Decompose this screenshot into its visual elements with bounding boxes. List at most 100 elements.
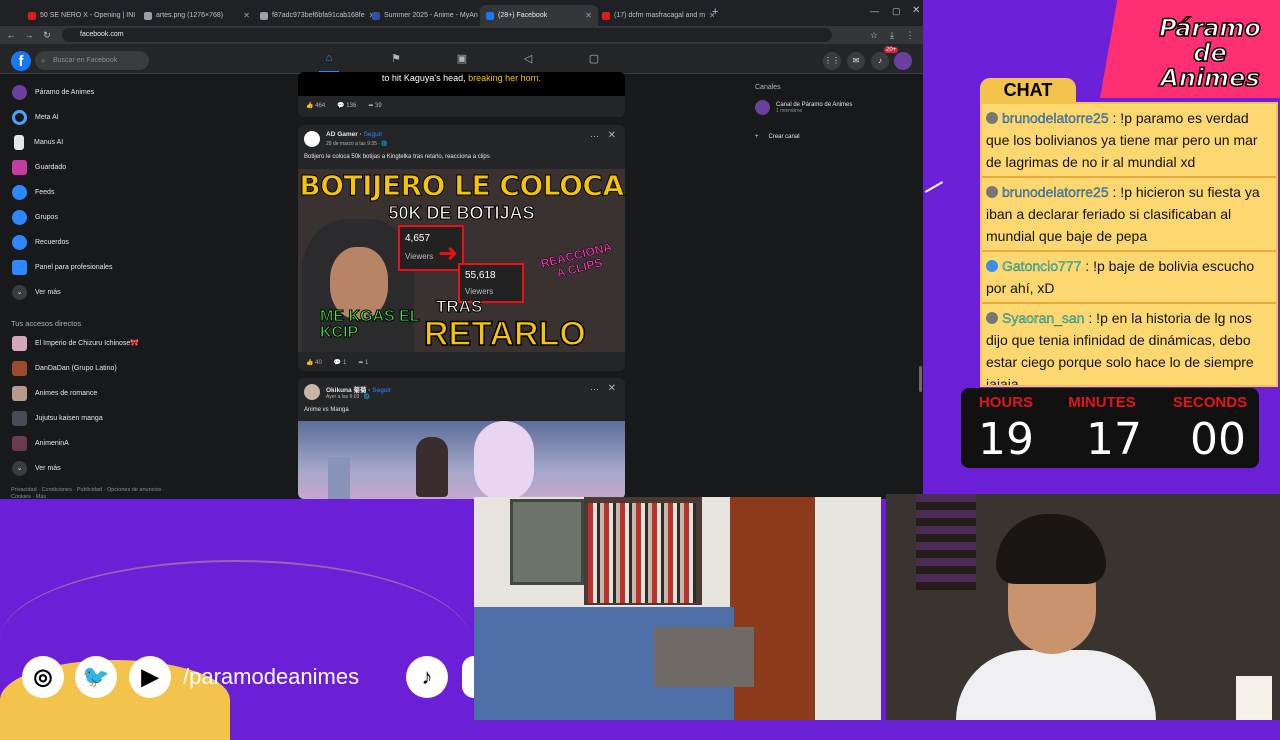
sidebar-item-meta-ai[interactable]: Meta AI: [12, 109, 59, 125]
shortcut-item[interactable]: Animes de romance: [12, 385, 97, 401]
marketplace-icon[interactable]: ▣: [452, 52, 472, 66]
create-channel-button[interactable]: + Crear canal: [755, 134, 800, 140]
group-avatar: [12, 410, 27, 426]
close-tab-icon[interactable]: ✕: [585, 11, 592, 20]
close-icon[interactable]: ✕: [608, 383, 616, 394]
right-sidebar: Canales Canal de Páramo de Animes 1 miemb…: [755, 84, 915, 140]
facebook-logo-icon[interactable]: f: [11, 51, 31, 71]
shortcut-item[interactable]: Jujutsu kaisen manga: [12, 410, 103, 426]
dashboard-chart-icon: [12, 259, 27, 275]
post-text: Botijero le coloca 50k botijas a Kingtel…: [304, 154, 490, 160]
chat-username: brunodelatorre25: [1002, 184, 1109, 200]
back-icon[interactable]: ←: [4, 30, 18, 40]
browser-tab[interactable]: Summer 2025 - Anime - MyAn✕: [366, 5, 484, 26]
like-button[interactable]: 👍 40: [306, 359, 322, 366]
tab-favicon: [28, 11, 36, 20]
sidebar-item-feeds[interactable]: Feeds: [12, 184, 54, 200]
footer-links[interactable]: Privacidad · Condiciones · Publicidad · …: [11, 487, 171, 499]
gaming-icon[interactable]: ▢: [584, 52, 604, 66]
ads-megaphone-icon[interactable]: ◁: [518, 52, 538, 66]
maximize-button[interactable]: ▢: [892, 6, 901, 17]
close-window-button[interactable]: ✕: [912, 5, 920, 16]
chat-username: Gatoncio777: [1002, 258, 1082, 274]
youtube-icon: ▶: [129, 656, 171, 698]
sidebar-item-saved[interactable]: Guardado: [12, 159, 66, 175]
chat-message: Syaoran_san : !p en la historia de lg no…: [982, 304, 1276, 385]
forward-icon[interactable]: →: [22, 30, 36, 40]
groups-icon: [12, 209, 27, 225]
sidebar-item-memories[interactable]: Recuerdos: [12, 234, 69, 250]
shortcut-item[interactable]: DanDaDan (Grupo Latino): [12, 360, 117, 376]
reload-icon[interactable]: ↻: [40, 30, 54, 41]
post-video[interactable]: to hit Kaguya's head, breaking her horn.: [298, 72, 625, 96]
chevron-down-icon: ⌄: [12, 284, 27, 300]
left-sidebar: Páramo de Animes Meta AI Manus AI Guarda…: [0, 76, 200, 499]
share-button[interactable]: ➦ 39: [368, 102, 381, 109]
post-header: Okikuna 菊菊 · Seguir Ayer a las 9:03 · 🌐 …: [298, 378, 625, 422]
profile-avatar[interactable]: [894, 52, 912, 70]
notification-badge: 20+: [884, 47, 899, 53]
menu-icon[interactable]: ⋮: [903, 30, 917, 41]
download-icon[interactable]: ⤓: [885, 30, 899, 41]
apps-menu-icon[interactable]: ⋮⋮: [823, 52, 841, 70]
books-shape: [588, 503, 696, 603]
close-icon[interactable]: ✕: [608, 130, 616, 141]
shortcut-item[interactable]: AnimeninA: [12, 435, 69, 451]
post-thumbnail[interactable]: BOTIJERO LE COLOCA 50K DE BOTIJAS 4,657 V…: [298, 169, 625, 352]
instagram-icon: ◎: [22, 656, 64, 698]
scrollbar[interactable]: [919, 366, 922, 392]
post-author[interactable]: Okikuna 菊菊 · Seguir: [326, 384, 391, 394]
sidebar-item-see-more[interactable]: ⌄ Ver más: [12, 284, 61, 300]
chevron-down-icon: ⌄: [12, 460, 27, 476]
bookmark-star-icon[interactable]: ☆: [867, 30, 881, 41]
tab-favicon: [144, 11, 152, 20]
post-date[interactable]: Ayer a las 9:03 · 🌐: [326, 394, 370, 400]
like-button[interactable]: 👍 464: [306, 102, 325, 109]
building-shape: [328, 457, 350, 499]
new-tab-button[interactable]: +: [712, 6, 718, 18]
arrow-icon: ➜: [438, 240, 459, 267]
thumb-reacciona-label: REACCIONA A CLIPS: [539, 239, 614, 281]
share-button[interactable]: ➦ 1: [358, 359, 368, 366]
follow-link[interactable]: Seguir: [364, 131, 383, 138]
sidebar-item-profile[interactable]: Páramo de Animes: [12, 84, 94, 100]
author-avatar[interactable]: [304, 384, 320, 400]
url-field[interactable]: facebook.com: [62, 28, 832, 42]
post-text: Anime vs Manga: [304, 407, 349, 413]
thumb-title: BOTIJERO LE COLOCA: [299, 169, 625, 203]
close-tab-icon[interactable]: ✕: [243, 11, 250, 20]
more-options-icon[interactable]: ⋯: [590, 384, 599, 395]
shortcut-item[interactable]: El Imperio de Chizuru Ichinose🎀: [12, 335, 139, 351]
home-icon[interactable]: ⌂: [319, 52, 339, 73]
browser-tab[interactable]: artes.png (1276×768) ✕: [138, 5, 256, 26]
messenger-icon[interactable]: ✉: [847, 52, 865, 70]
sidebar-item-professional-dashboard[interactable]: Panel para profesionales: [12, 259, 112, 275]
channel-avatar: [755, 100, 770, 115]
shortcuts-see-more[interactable]: ⌄ Ver más: [12, 460, 61, 476]
browser-tab-active[interactable]: (28+) Facebook ✕: [480, 5, 598, 26]
browser-tab[interactable]: (17) dcfm masfracagal and m ✕: [596, 5, 714, 26]
post-date[interactable]: 29 de marzo a las 9:35 · 🌐: [326, 141, 388, 147]
pages-flag-icon[interactable]: ⚑: [386, 52, 406, 66]
search-input[interactable]: ⌕ Buscar en Facebook: [35, 51, 149, 70]
browser-tab[interactable]: f87adc973bef6bfa91cab168fe ✕: [254, 5, 372, 26]
post-reactions: 👍 40 💬 1 ➦ 1: [298, 353, 376, 371]
follow-link[interactable]: Seguir: [372, 387, 391, 394]
cup-shape: [1236, 676, 1272, 720]
notifications-bell-icon[interactable]: ♪: [871, 52, 889, 70]
comment-button[interactable]: 💬 1: [334, 359, 346, 366]
post-author[interactable]: AD Gamer · Seguir: [326, 131, 382, 138]
facebook-header: f ⌕ Buscar en Facebook ⌂ ⚑ ▣ ◁ ▢ ⋮⋮ ✉ ♪ 2…: [0, 44, 923, 74]
hours-label: HOURS: [978, 394, 1034, 411]
author-avatar[interactable]: [304, 131, 320, 147]
minimize-button[interactable]: —: [870, 6, 879, 16]
sidebar-item-manus-ai[interactable]: Manus AI: [12, 134, 63, 150]
group-avatar: [12, 385, 27, 401]
more-options-icon[interactable]: ⋯: [590, 131, 599, 142]
post-header: AD Gamer · Seguir 29 de marzo a las 9:35…: [298, 125, 625, 169]
comment-button[interactable]: 💬 136: [337, 102, 356, 109]
channel-item[interactable]: Canal de Páramo de Animes 1 miembros: [755, 100, 852, 115]
sidebar-item-groups[interactable]: Grupos: [12, 209, 58, 225]
post-image[interactable]: [298, 421, 625, 499]
browser-tab[interactable]: 50 SE NERO X - Opening | INI✕: [22, 5, 140, 26]
